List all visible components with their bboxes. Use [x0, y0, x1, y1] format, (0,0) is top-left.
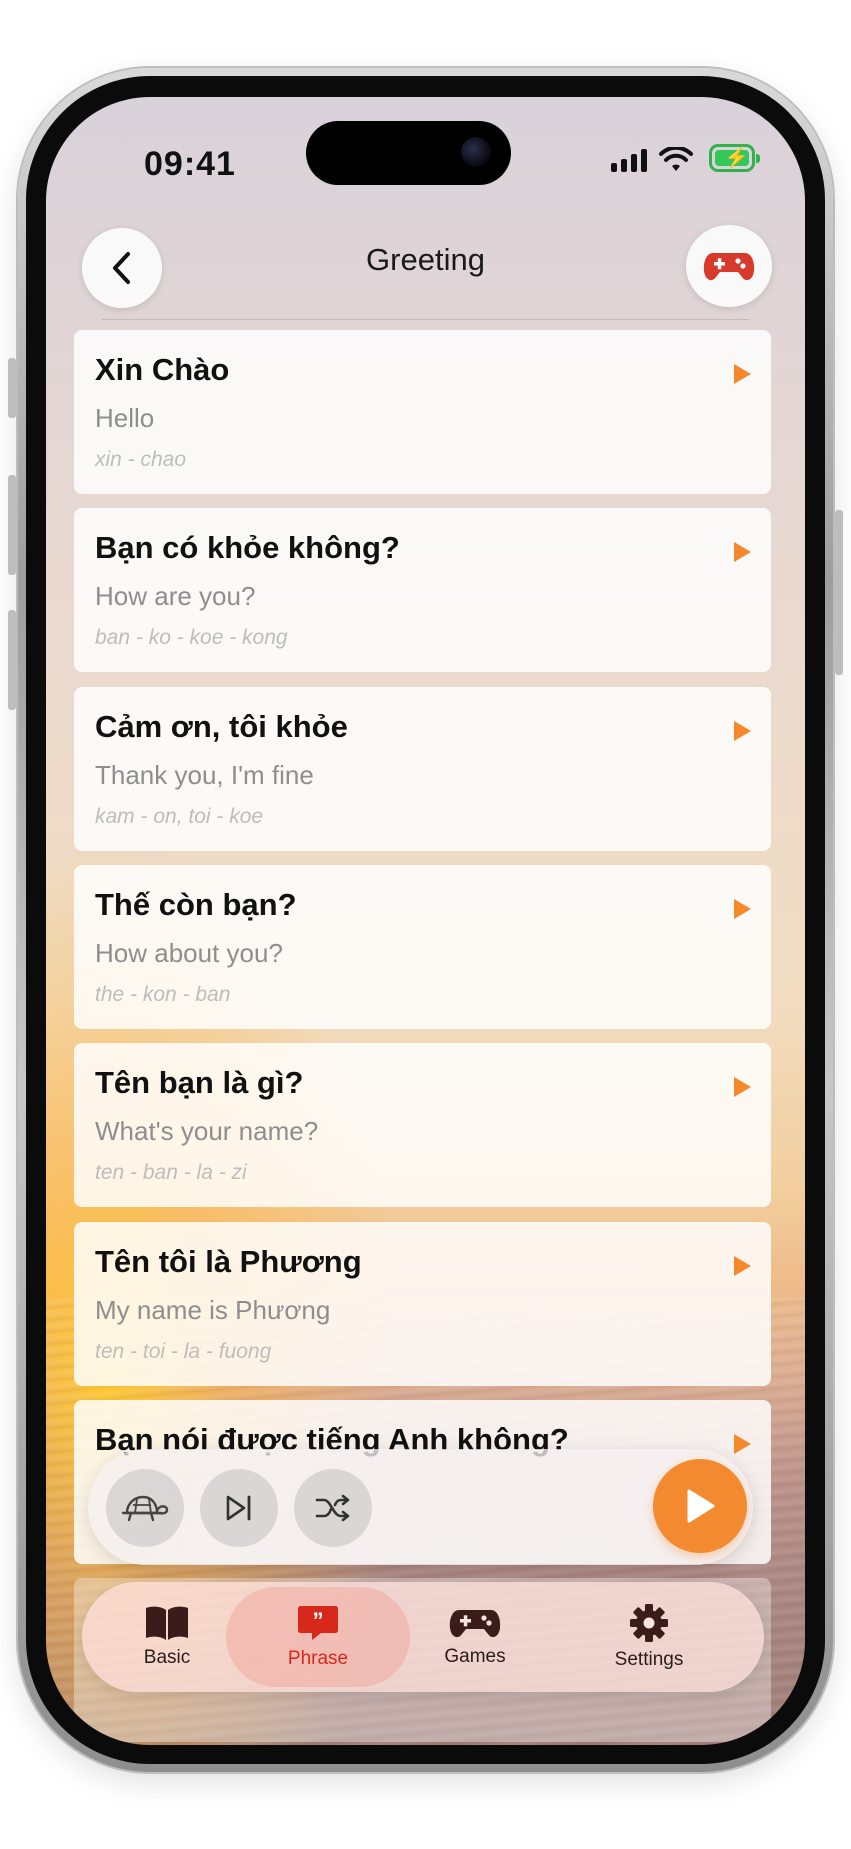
phrase-card[interactable]: Bạn có khỏe không? How are you? ban - ko… — [74, 508, 771, 672]
phrase-card[interactable]: Thế còn bạn? How about you? the - kon - … — [74, 865, 771, 1029]
phrase-card[interactable]: Xin Chào Hello xin - chao — [74, 330, 771, 494]
skip-next-icon — [226, 1495, 251, 1521]
tab-label: Basic — [143, 1647, 191, 1668]
phrase-pronunciation: the - kon - ban — [95, 983, 231, 1006]
phrase-vietnamese: Thế còn bạn? — [95, 887, 297, 922]
power-button — [835, 510, 843, 675]
volume-down-button — [8, 610, 16, 710]
status-icons — [611, 147, 693, 173]
phrase-english: What's your name? — [95, 1116, 319, 1146]
tab-basic[interactable]: Basic — [92, 1582, 242, 1692]
app-screen: 09:41 ⚡ Greeting Xin Chào Hello xin - ch… — [46, 97, 805, 1745]
phrase-vietnamese: Tên tôi là Phương — [95, 1244, 362, 1279]
phrase-pronunciation: ban - ko - koe - kong — [95, 626, 288, 649]
phrase-card[interactable]: Tên tôi là Phương My name is Phương ten … — [74, 1222, 771, 1386]
tab-label: Phrase — [287, 1648, 349, 1669]
phrase-pronunciation: xin - chao — [95, 448, 187, 471]
tab-bar: Basic ” Phrase Games Settings — [82, 1582, 764, 1692]
phrase-english: Hello — [95, 403, 155, 433]
gamepad-icon — [703, 253, 755, 281]
tab-label: Games — [444, 1646, 506, 1667]
header-divider — [102, 319, 749, 320]
phrase-english: How about you? — [95, 938, 283, 968]
phrase-english: How are you? — [95, 581, 256, 611]
play-all-button[interactable] — [653, 1459, 747, 1553]
play-icon[interactable] — [734, 1434, 751, 1454]
action-button — [8, 358, 16, 418]
game-button[interactable] — [686, 225, 772, 307]
shuffle-icon — [315, 1494, 350, 1522]
next-track-button[interactable] — [200, 1469, 278, 1547]
battery-icon: ⚡ — [709, 144, 760, 172]
play-icon — [687, 1489, 715, 1523]
play-icon[interactable] — [734, 1077, 751, 1097]
svg-text:”: ” — [313, 1608, 324, 1633]
phrase-vietnamese: Tên bạn là gì? — [95, 1065, 304, 1100]
play-icon[interactable] — [734, 1256, 751, 1276]
volume-up-button — [8, 475, 16, 575]
status-time: 09:41 — [144, 145, 236, 183]
phrase-vietnamese: Xin Chào — [95, 352, 230, 387]
turtle-icon — [121, 1495, 169, 1522]
play-icon[interactable] — [734, 899, 751, 919]
play-icon[interactable] — [734, 364, 751, 384]
tab-settings[interactable]: Settings — [574, 1582, 724, 1692]
camera-icon — [461, 137, 491, 167]
cellular-signal-icon — [611, 148, 647, 172]
book-icon — [146, 1606, 188, 1640]
phrase-pronunciation: kam - on, toi - koe — [95, 805, 264, 828]
phrase-card[interactable]: Tên bạn là gì? What's your name? ten - b… — [74, 1043, 771, 1207]
quote-bubble-icon: ” — [298, 1606, 338, 1640]
wifi-icon — [659, 147, 693, 171]
shuffle-button[interactable] — [294, 1469, 372, 1547]
phrase-english: My name is Phương — [95, 1295, 331, 1325]
play-icon[interactable] — [734, 542, 751, 562]
gear-icon — [630, 1604, 668, 1642]
phrase-card[interactable]: Cảm ơn, tôi khỏe Thank you, I'm fine kam… — [74, 687, 771, 851]
phrase-pronunciation: ten - ban - la - zi — [95, 1161, 247, 1184]
phrase-pronunciation: ten - toi - la - fuong — [95, 1340, 272, 1363]
gamepad-icon — [449, 1610, 501, 1638]
play-icon[interactable] — [734, 721, 751, 741]
tab-label: Settings — [614, 1649, 684, 1670]
phrase-vietnamese: Cảm ơn, tôi khỏe — [95, 709, 348, 744]
audio-player-bar — [88, 1449, 753, 1565]
tab-phrase[interactable]: ” Phrase — [226, 1587, 410, 1687]
tab-games[interactable]: Games — [400, 1582, 550, 1692]
phrase-vietnamese: Bạn có khỏe không? — [95, 530, 400, 565]
phrase-english: Thank you, I'm fine — [95, 760, 314, 790]
slow-speed-button[interactable] — [106, 1469, 184, 1547]
dynamic-island — [306, 121, 511, 185]
